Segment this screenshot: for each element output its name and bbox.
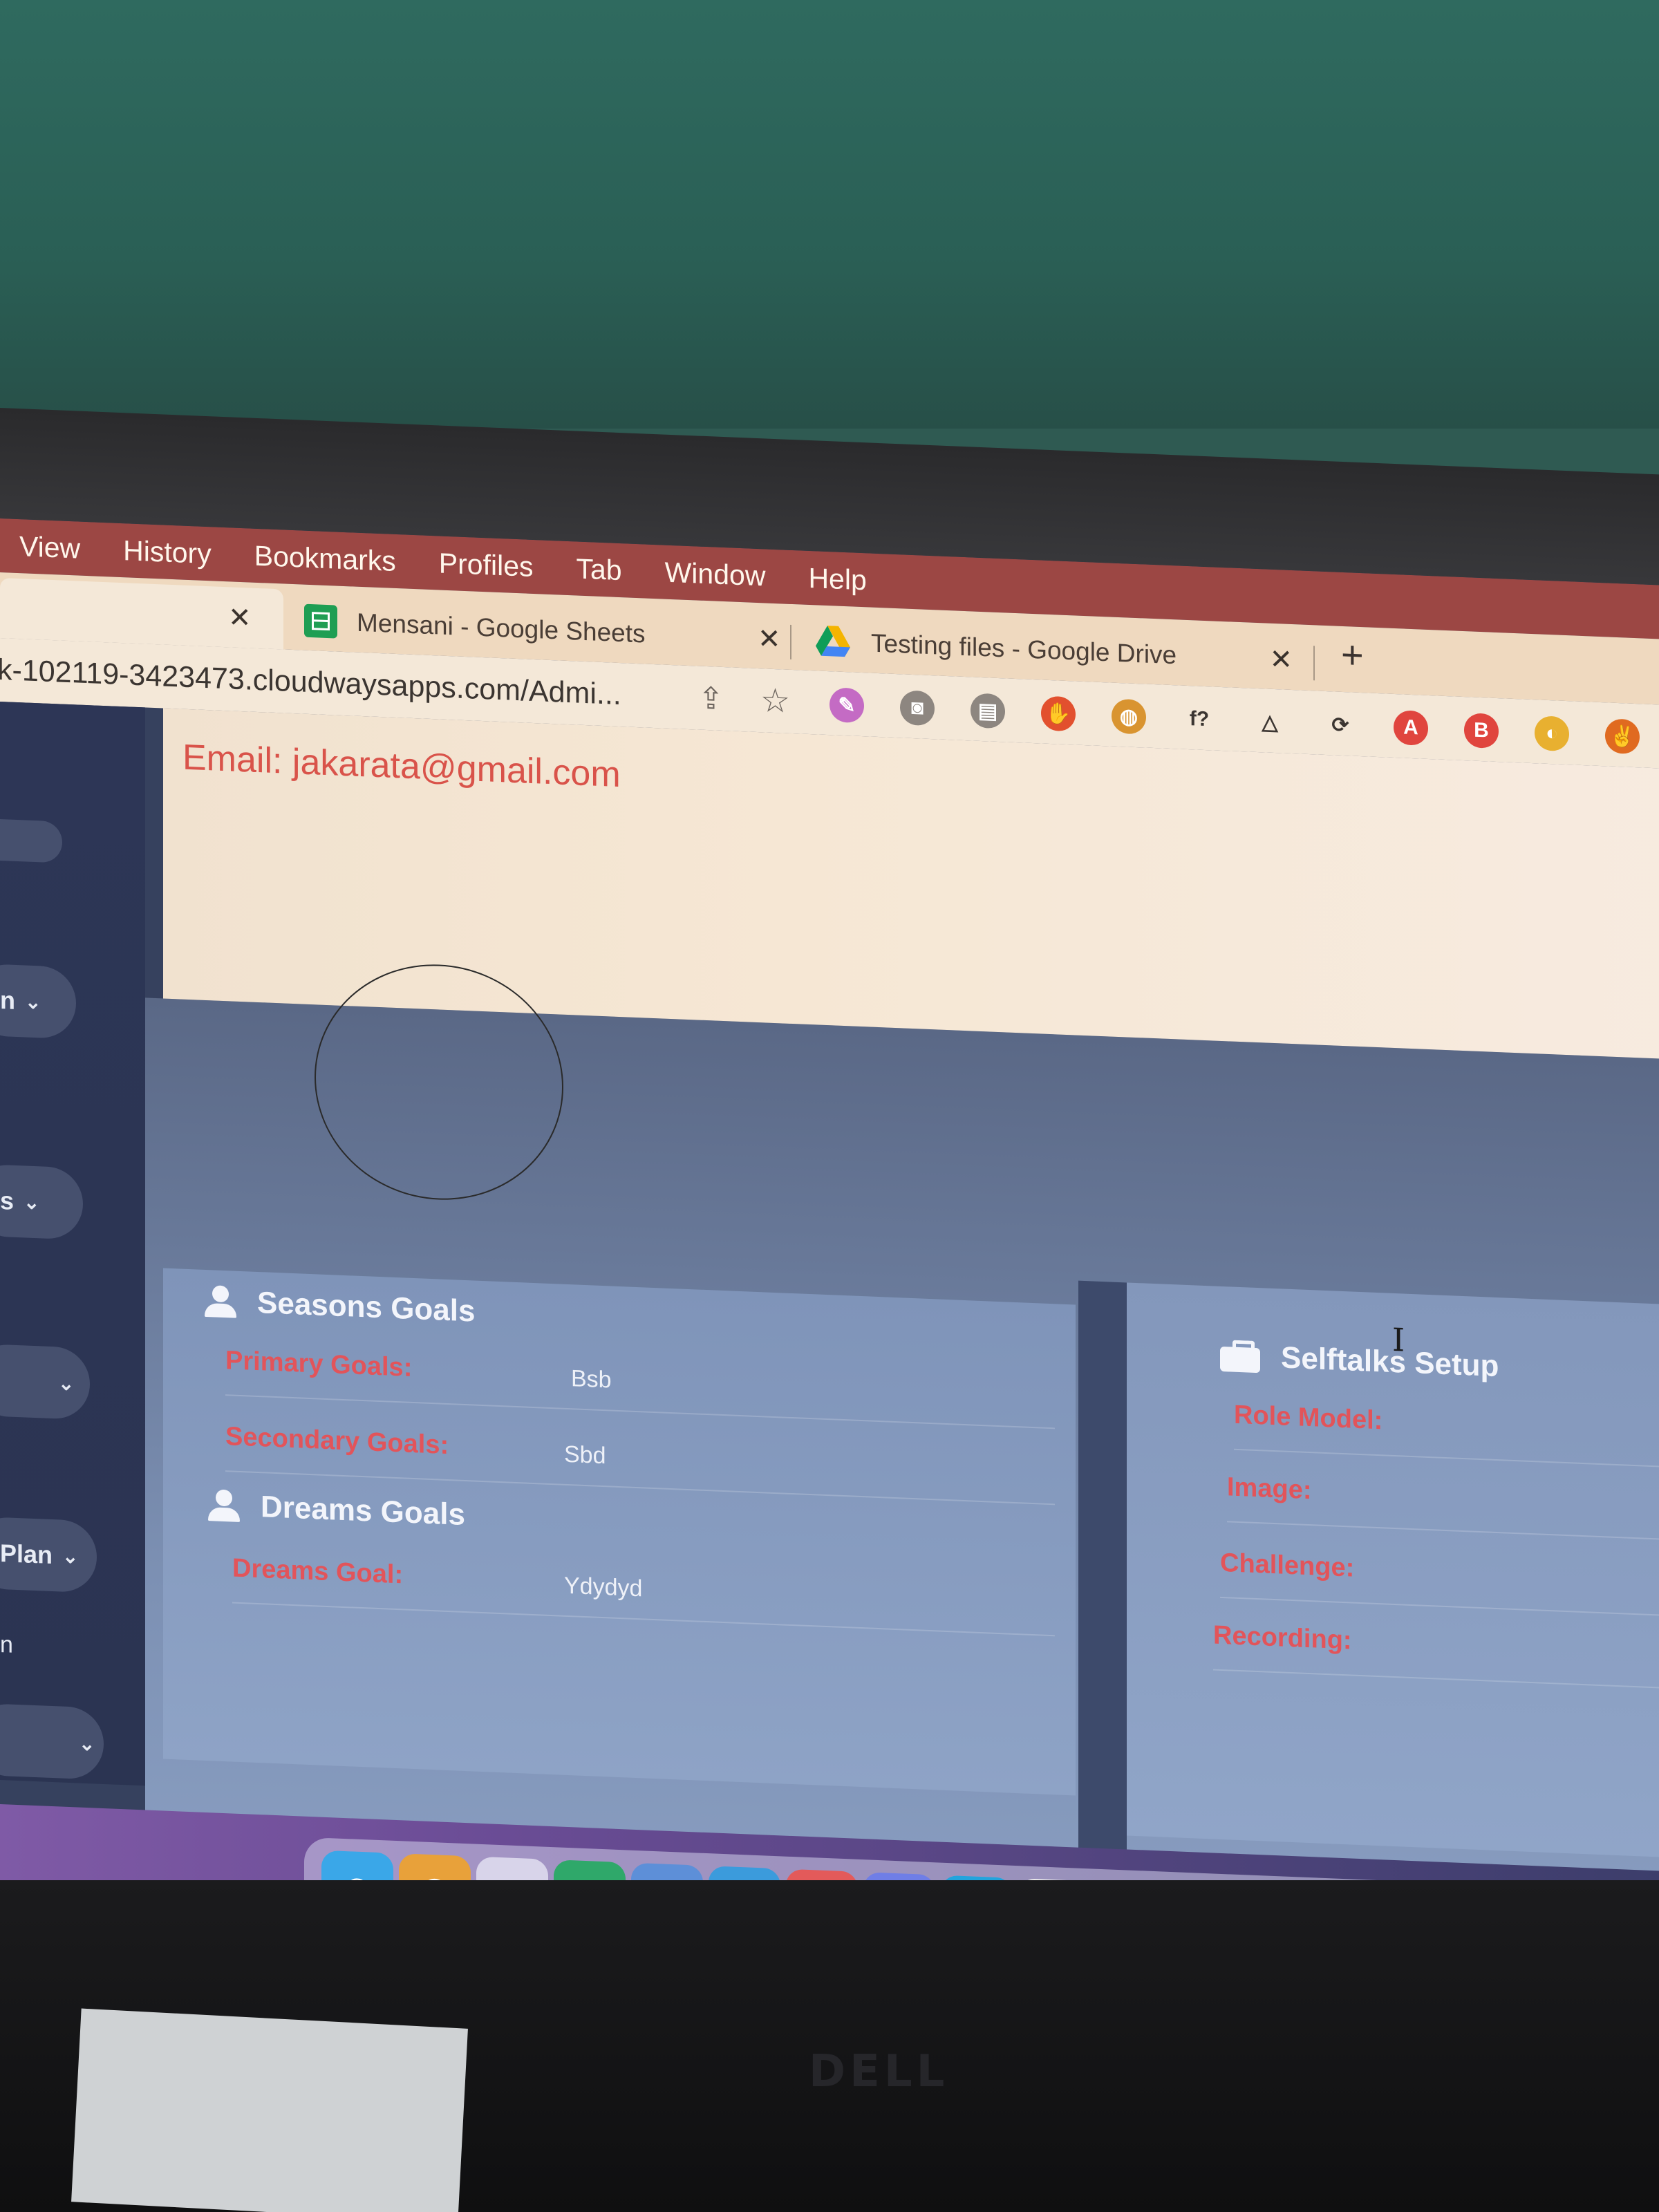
google-drive-icon	[816, 625, 850, 658]
primary-goals-row: Primary Goals: Bsb	[225, 1336, 1055, 1430]
seasons-goals-title: Seasons Goals	[257, 1285, 476, 1329]
recording-label: Recording:	[1213, 1620, 1352, 1656]
tab-google-sheets-title: Mensani - Google Sheets	[357, 608, 646, 648]
sidebar-item-label: Plan	[0, 1539, 53, 1570]
menu-view[interactable]: View	[19, 530, 80, 565]
goals-card: Seasons Goals Primary Goals: Bsb Seconda…	[163, 1268, 1076, 1796]
sidebar-item-1[interactable]: n ⌄	[0, 963, 76, 1040]
role-model-label: Role Model:	[1234, 1400, 1383, 1436]
selftalks-setup-title: Selftalks Setup	[1281, 1340, 1499, 1384]
image-label: Image:	[1227, 1472, 1312, 1506]
chevron-down-icon: ⌄	[62, 1545, 79, 1568]
monitor-logo: DELL	[809, 2046, 949, 2097]
role-model-row: Role Model:	[1234, 1390, 1659, 1470]
primary-goals-value: Bsb	[571, 1365, 612, 1394]
secondary-goals-label: Secondary Goals:	[225, 1422, 449, 1461]
image-row: Image:	[1227, 1463, 1659, 1543]
menu-history[interactable]: History	[123, 534, 212, 570]
sidebar-item-6[interactable]: ⌄	[0, 1703, 104, 1781]
tab-current[interactable]: ✕	[0, 578, 283, 650]
seasons-goals-heading: Seasons Goals	[205, 1284, 475, 1329]
chevron-down-icon: ⌄	[79, 1732, 95, 1755]
selftalks-setup-heading: Selftalks Setup	[1220, 1338, 1499, 1384]
sidebar-item-label[interactable]: n	[0, 1631, 13, 1659]
tab-google-drive-close-icon[interactable]: ✕	[1269, 643, 1293, 675]
menu-bookmarks[interactable]: Bookmarks	[254, 539, 396, 577]
user-icon	[208, 1489, 240, 1522]
tab-separator	[1313, 646, 1315, 681]
google-sheets-icon	[304, 603, 337, 639]
profile-email: Email: jakarata@gmail.com	[182, 737, 621, 796]
chevron-down-icon: ⌄	[58, 1371, 75, 1394]
sidebar-item-plan[interactable]: Plan ⌄	[0, 1516, 97, 1593]
selftalks-card: Selftalks Setup Role Model: Image: Chall…	[1127, 1282, 1659, 1860]
tab-separator	[790, 624, 791, 659]
menu-profiles[interactable]: Profiles	[439, 547, 534, 583]
column-divider	[1078, 1280, 1127, 1864]
background-wall	[0, 0, 1659, 429]
new-tab-button[interactable]: +	[1341, 632, 1364, 677]
challenge-row: Challenge:	[1220, 1538, 1659, 1619]
tab-current-close-icon[interactable]: ✕	[228, 601, 252, 634]
sidebar-item-label: s	[0, 1186, 15, 1215]
menu-help[interactable]: Help	[808, 561, 866, 596]
sidebar-item-top[interactable]	[0, 818, 62, 863]
desk-paper	[71, 2008, 468, 2212]
share-icon[interactable]: ⇪	[698, 680, 724, 716]
primary-goals-label: Primary Goals:	[225, 1346, 413, 1382]
sidebar-item-3[interactable]: ⌄	[0, 1343, 90, 1421]
monitor-screen: View History Bookmarks Profiles Tab Wind…	[0, 518, 1659, 2025]
secondary-goals-row: Secondary Goals: Sbd	[225, 1412, 1055, 1506]
user-icon	[205, 1285, 236, 1318]
tab-google-sheets-close-icon[interactable]: ✕	[758, 623, 781, 655]
dreams-goal-value: Ydydyd	[564, 1572, 643, 1602]
chevron-down-icon: ⌄	[25, 990, 41, 1013]
menu-tab[interactable]: Tab	[577, 552, 622, 587]
recording-row: Recording:	[1213, 1611, 1659, 1691]
chevron-down-icon: ⌄	[24, 1190, 40, 1213]
text-cursor-icon: I	[1392, 1320, 1405, 1359]
secondary-goals-value: Sbd	[564, 1441, 606, 1470]
dreams-goal-row: Dreams Goal: Ydydyd	[232, 1544, 1055, 1637]
challenge-label: Challenge:	[1220, 1548, 1355, 1583]
dreams-goal-label: Dreams Goal:	[232, 1553, 404, 1590]
menu-window[interactable]: Window	[665, 556, 766, 592]
briefcase-icon	[1220, 1340, 1260, 1373]
tab-google-drive-title: Testing files - Google Drive	[871, 628, 1177, 669]
sidebar-item-2[interactable]: s ⌄	[0, 1163, 83, 1240]
sidebar-item-label: n	[0, 986, 15, 1015]
bookmark-star-icon[interactable]: ☆	[760, 681, 790, 721]
dreams-goals-heading: Dreams Goals	[208, 1488, 465, 1533]
admin-sidebar: n ⌄ s ⌄ ⌄ Plan ⌄ n ⌄	[0, 702, 145, 1786]
dreams-goals-title: Dreams Goals	[261, 1490, 465, 1533]
url-field[interactable]: k-102119-3423473.cloudwaysapps.com/Admi.…	[0, 653, 621, 711]
